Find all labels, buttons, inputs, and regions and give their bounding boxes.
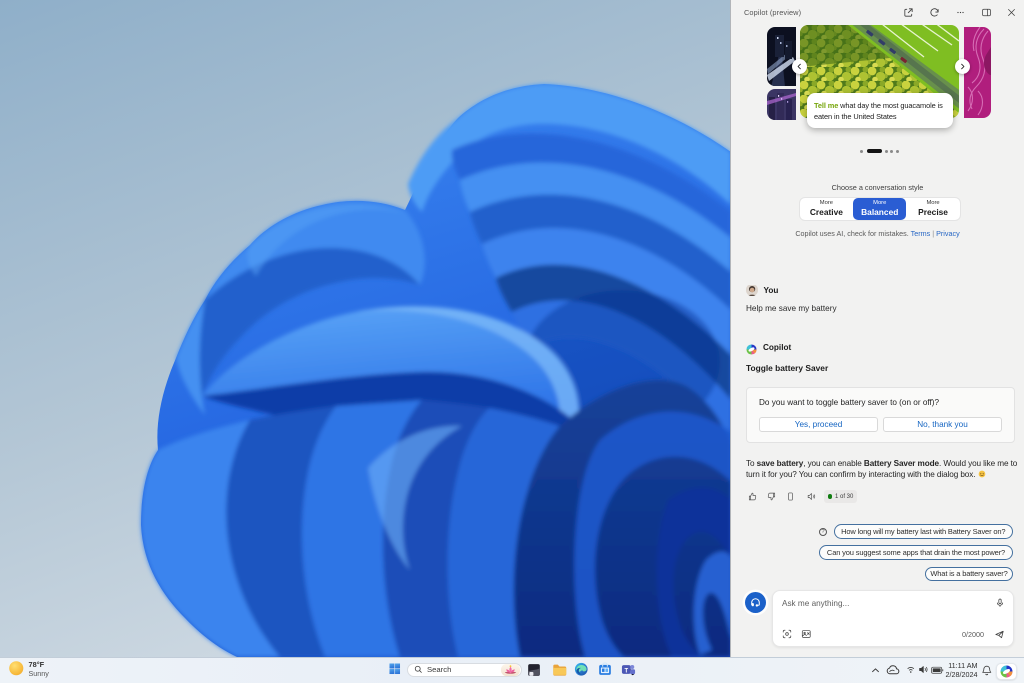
svg-text:T: T bbox=[625, 668, 629, 674]
